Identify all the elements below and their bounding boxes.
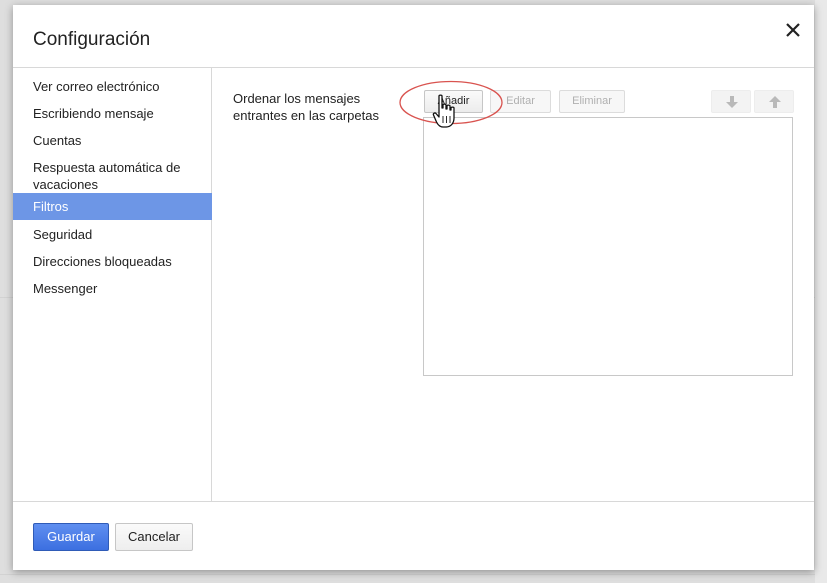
filters-panel: Ordenar los mensajes entrantes en las ca…	[213, 68, 814, 501]
arrow-down-icon	[726, 96, 738, 108]
filters-list[interactable]	[423, 117, 793, 376]
cancel-button[interactable]: Cancelar	[115, 523, 193, 551]
add-filter-button[interactable]: Añadir	[424, 90, 483, 113]
sidebar-item-ver-correo[interactable]: Ver correo electrónico	[13, 73, 212, 100]
edit-filter-button[interactable]: Editar	[490, 90, 551, 113]
sidebar-item-respuesta-vacaciones[interactable]: Respuesta automática de vacaciones	[13, 154, 212, 198]
settings-sidebar: Ver correo electrónico Escribiendo mensa…	[13, 68, 212, 501]
delete-filter-button[interactable]: Eliminar	[559, 90, 625, 113]
move-up-button[interactable]	[754, 90, 794, 113]
filters-description: Ordenar los mensajes entrantes en las ca…	[233, 91, 379, 123]
close-button[interactable]	[780, 17, 806, 43]
sidebar-item-escribiendo-mensaje[interactable]: Escribiendo mensaje	[13, 100, 212, 127]
dialog-footer: Guardar Cancelar	[13, 501, 814, 570]
dialog-title: Configuración	[33, 29, 151, 50]
save-button[interactable]: Guardar	[33, 523, 109, 551]
backdrop-scroll-area	[815, 0, 827, 583]
close-icon	[786, 23, 800, 37]
settings-dialog: Configuración Ver correo electrónico Esc…	[13, 5, 814, 570]
sidebar-item-messenger[interactable]: Messenger	[13, 274, 212, 301]
sidebar-item-cuentas[interactable]: Cuentas	[13, 127, 212, 154]
backdrop-divider	[0, 574, 827, 575]
sidebar-item-direcciones-bloqueadas[interactable]: Direcciones bloqueadas	[13, 247, 212, 274]
move-down-button[interactable]	[711, 90, 751, 113]
sidebar-item-filtros[interactable]: Filtros	[13, 193, 212, 220]
sidebar-item-seguridad[interactable]: Seguridad	[13, 220, 212, 247]
dialog-header: Configuración	[13, 5, 814, 68]
arrow-up-icon	[769, 96, 781, 108]
